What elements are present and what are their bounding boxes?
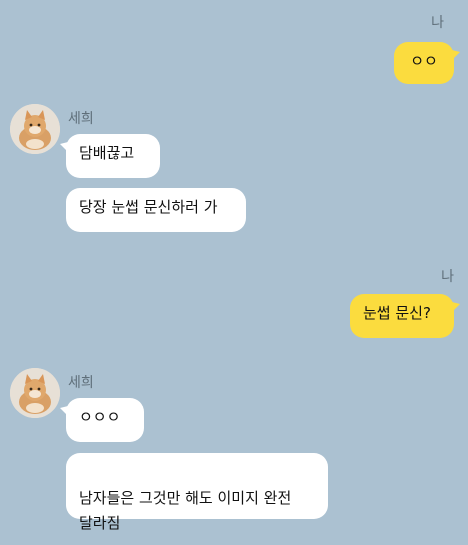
bubble-tail (452, 302, 460, 312)
cat-avatar-icon (10, 368, 60, 418)
message-bubble-outgoing[interactable]: 눈썹 문신? (350, 294, 460, 338)
friend-avatar[interactable] (10, 368, 60, 418)
chat-room: 나 ㅇㅇ 세희 담배끊고 당장 눈썹 문신하러 가 나 눈썹 문신? 세희 ㅇㅇ… (0, 0, 468, 545)
bubble-tail (60, 406, 68, 416)
sender-name-friend: 세희 (68, 111, 94, 127)
message-text: 눈썹 문신? (363, 304, 431, 322)
friend-avatar[interactable] (10, 104, 60, 154)
message-text: ㅇㅇ (410, 52, 438, 70)
message-bubble-outgoing[interactable]: ㅇㅇ (394, 42, 460, 84)
bubble-tail (60, 142, 68, 152)
sender-name-me: 나 (441, 269, 454, 285)
message-text: 담배끊고 (79, 144, 135, 162)
message-bubble-incoming[interactable]: 남자들은 그것만 해도 이미지 완전 달라짐 (66, 453, 328, 532)
cat-avatar-icon (10, 104, 60, 154)
message-bubble-incoming[interactable]: 당장 눈썹 문신하러 가 (66, 188, 246, 232)
message-bubble-incoming[interactable]: ㅇㅇㅇ (60, 398, 144, 442)
message-text: ㅇㅇㅇ (79, 408, 121, 426)
message-text: 남자들은 그것만 해도 이미지 완전 달라짐 (79, 489, 292, 532)
message-bubble-incoming[interactable]: 담배끊고 (60, 134, 160, 178)
bubble-tail (452, 50, 460, 60)
sender-name-friend: 세희 (68, 375, 94, 391)
sender-name-me: 나 (431, 15, 444, 31)
message-text: 당장 눈썹 문신하러 가 (79, 198, 218, 216)
